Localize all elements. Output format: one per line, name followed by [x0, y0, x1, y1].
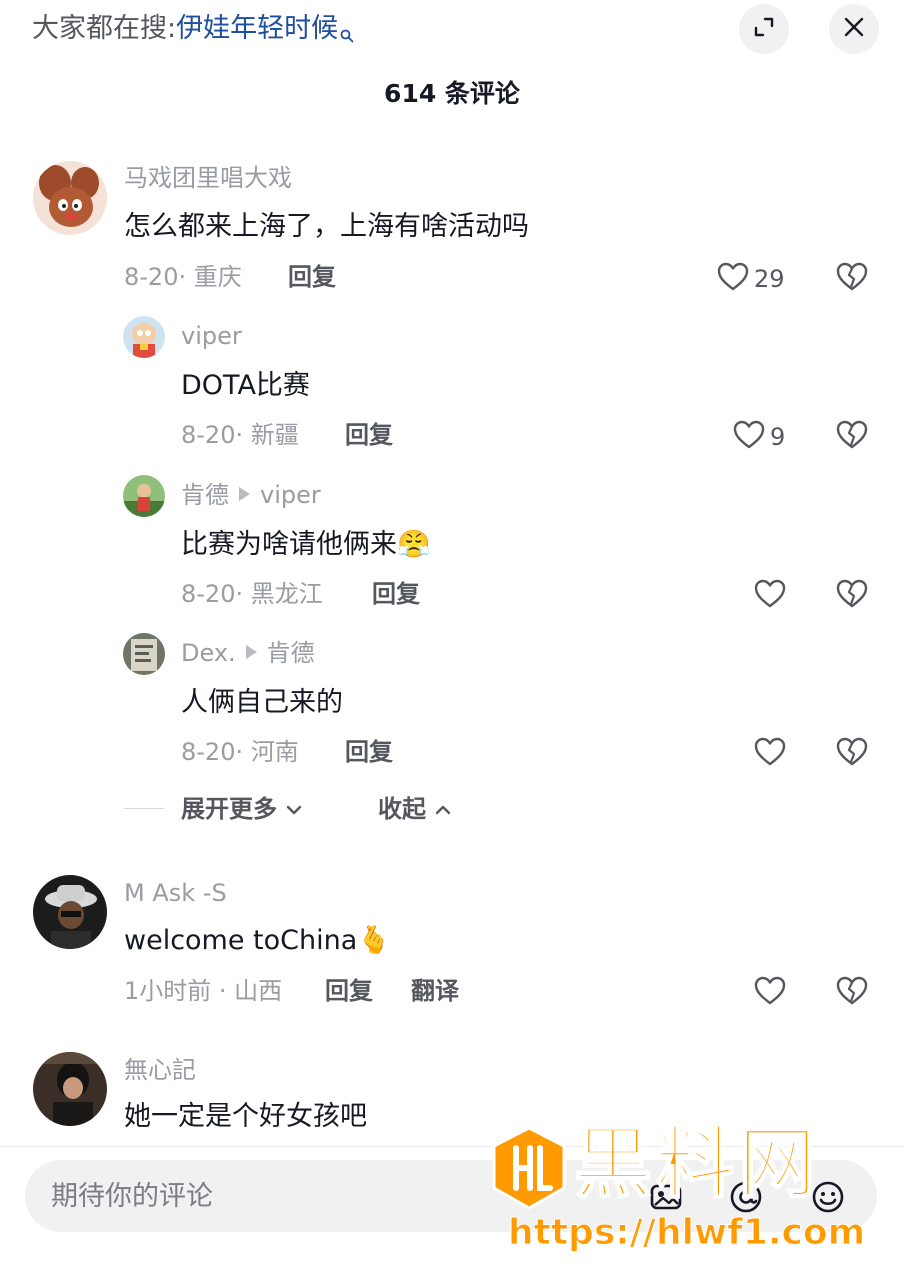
comment-meta: 1小时前 · 山西	[124, 977, 283, 1005]
heart-icon	[716, 260, 750, 298]
dislike-button[interactable]	[835, 260, 869, 298]
comment-username[interactable]: Dex.	[181, 639, 236, 667]
dislike-button[interactable]	[835, 974, 869, 1012]
dislike-button[interactable]	[835, 418, 869, 456]
expand-button[interactable]	[739, 4, 789, 54]
collapse-label: 收起	[378, 795, 426, 823]
emoji-icon[interactable]	[809, 1178, 847, 1220]
comment-text-line: 比赛为啥请他俩来😤	[181, 525, 431, 565]
comment-text: 人俩自己来的	[181, 687, 343, 718]
avatar[interactable]	[123, 633, 165, 675]
dislike-button[interactable]	[835, 577, 869, 615]
divider	[124, 808, 164, 809]
comment-meta: 8-20· 重庆	[124, 263, 242, 291]
comment-text: welcome toChina	[124, 925, 358, 956]
expand-more-button[interactable]: 展开更多	[181, 792, 303, 826]
broken-heart-icon	[835, 737, 869, 773]
like-button[interactable]	[753, 735, 787, 773]
image-icon[interactable]	[647, 1178, 685, 1220]
like-button[interactable]: 29	[716, 260, 785, 298]
comment-username[interactable]: 無心記	[124, 1053, 196, 1087]
comment-username[interactable]: 肯德	[181, 481, 229, 509]
emoji: 🫰	[357, 925, 391, 956]
comment-text: 她一定是个好女孩吧	[124, 1101, 367, 1132]
reply-arrow-icon	[239, 487, 250, 501]
comment-meta: 8-20· 黑龙江	[181, 580, 323, 608]
reply-item: viper DOTA比赛 8-20· 新疆 回复 9	[0, 316, 904, 456]
comment-text: DOTA比赛	[181, 370, 310, 401]
avatar[interactable]	[33, 161, 107, 235]
heart-icon	[753, 577, 787, 615]
chevron-up-icon	[434, 795, 452, 823]
search-icon	[340, 15, 354, 55]
comment-item: M Ask -S welcome toChina🫰 1小时前 · 山西 回复 翻…	[0, 873, 904, 1013]
reply-button[interactable]: 回复	[372, 577, 420, 611]
reply-arrow-icon	[245, 645, 257, 659]
comment-meta: 8-20· 新疆	[181, 421, 299, 449]
expand-icon	[752, 15, 776, 43]
comment-meta: 8-20· 河南	[181, 738, 299, 766]
comment-username[interactable]: M Ask -S	[124, 876, 227, 910]
comment-input-bar	[25, 1160, 877, 1232]
collapse-button[interactable]: 收起	[378, 792, 452, 826]
heart-icon	[732, 418, 766, 456]
mention-icon[interactable]	[727, 1178, 765, 1220]
avatar[interactable]	[33, 875, 107, 949]
comment-username[interactable]: viper	[181, 319, 242, 353]
comment-username-line: Dex. 肯德	[181, 636, 315, 670]
reply-button[interactable]: 回复	[325, 974, 373, 1008]
reply-button[interactable]: 回复	[288, 260, 336, 294]
broken-heart-icon	[835, 420, 869, 456]
thread-controls: 展开更多 收起	[0, 790, 904, 830]
close-button[interactable]	[829, 4, 879, 54]
divider	[0, 1146, 904, 1147]
comment-username[interactable]: 马戏团里唱大戏	[124, 161, 292, 195]
like-button[interactable]	[753, 974, 787, 1012]
comment-text: 怎么都来上海了，上海有啥活动吗	[124, 211, 529, 242]
search-suggestion[interactable]: 大家都在搜:伊娃年轻时候	[32, 9, 354, 55]
avatar[interactable]	[123, 475, 165, 517]
broken-heart-icon	[835, 976, 869, 1012]
dislike-button[interactable]	[835, 735, 869, 773]
chevron-down-icon	[285, 795, 303, 823]
comment-item: 無心記 她一定是个好女孩吧	[0, 1050, 904, 1146]
avatar[interactable]	[33, 1052, 107, 1126]
emoji: 😤	[397, 529, 431, 560]
reply-item: 肯德 viper 比赛为啥请他俩来😤 8-20· 黑龙江 回复	[0, 475, 904, 615]
reply-to-username[interactable]: viper	[260, 481, 321, 509]
broken-heart-icon	[835, 262, 869, 298]
like-button[interactable]	[753, 577, 787, 615]
top-bar: 大家都在搜:伊娃年轻时候	[0, 0, 904, 60]
like-button[interactable]: 9	[732, 418, 785, 456]
reply-button[interactable]: 回复	[345, 418, 393, 452]
comment-text: 比赛为啥请他俩来	[181, 529, 397, 560]
broken-heart-icon	[835, 579, 869, 615]
close-icon	[842, 15, 866, 43]
translate-button[interactable]: 翻译	[411, 974, 459, 1008]
comment-input[interactable]	[49, 1160, 609, 1232]
comments-panel: 大家都在搜:伊娃年轻时候 614 条评论 马戏团里唱大戏 怎么都来上海了，上海有…	[0, 0, 904, 1280]
expand-more-label: 展开更多	[181, 795, 277, 823]
search-hint-prefix: 大家都在搜:	[32, 13, 177, 44]
comment-count: 614 条评论	[384, 79, 520, 108]
comment-text-line: welcome toChina🫰	[124, 921, 391, 961]
heart-icon	[753, 974, 787, 1012]
like-count: 9	[770, 423, 786, 451]
comment-username-line: 肯德 viper	[181, 478, 321, 512]
search-hint-term[interactable]: 伊娃年轻时候	[176, 13, 338, 44]
reply-button[interactable]: 回复	[345, 735, 393, 769]
comment-item: 马戏团里唱大戏 怎么都来上海了，上海有啥活动吗 8-20· 重庆 回复 29	[0, 158, 904, 298]
avatar[interactable]	[123, 316, 165, 358]
reply-to-username[interactable]: 肯德	[267, 639, 315, 667]
like-count: 29	[754, 265, 785, 293]
reply-item: Dex. 肯德 人俩自己来的 8-20· 河南 回复	[0, 633, 904, 773]
heart-icon	[753, 735, 787, 773]
